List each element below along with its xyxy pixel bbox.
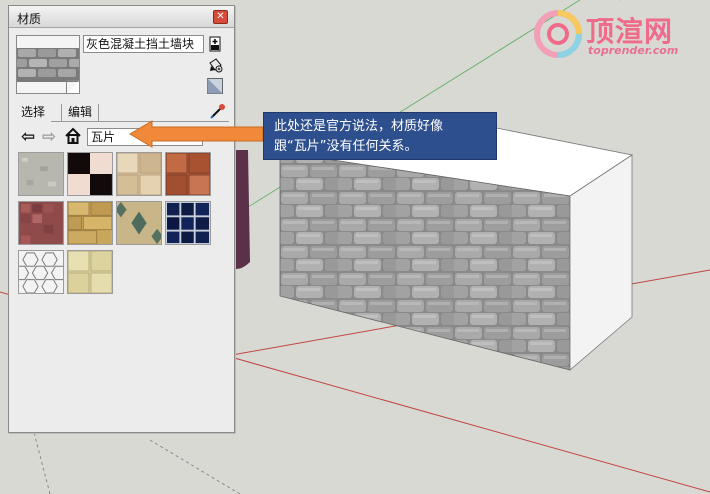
panel-title: 材质: [17, 12, 42, 26]
tab-edit[interactable]: 编辑: [61, 104, 100, 122]
paint-bucket-icon: [209, 58, 223, 73]
swatch-diamond-inlay-tiles[interactable]: [116, 201, 162, 245]
close-icon[interactable]: ✕: [213, 10, 228, 24]
eyedropper-icon: [210, 104, 225, 119]
swatch-light-gray-stone[interactable]: [18, 152, 64, 196]
logo-swirl-icon: [534, 10, 582, 58]
material-preview: [16, 35, 80, 94]
swatch-yellow-stone-tiles[interactable]: [67, 201, 113, 245]
sample-icon: [207, 78, 223, 94]
sample-paint-button[interactable]: [209, 102, 227, 120]
home-icon: [65, 127, 81, 144]
dashed-guide-line-2: [149, 439, 241, 494]
material-name-field[interactable]: 灰色混凝土挡土墙块: [83, 35, 204, 53]
watermark-logo: 顶渲网 toprender.com: [530, 6, 705, 62]
home-button[interactable]: [64, 127, 82, 145]
callout-annotation: 此处还是官方说法，材质好像 跟“瓦片”没有任何关系。: [263, 112, 497, 160]
collection-dropdown[interactable]: 瓦片: [87, 128, 203, 146]
swatch-white-hexagon-tiles[interactable]: [18, 250, 64, 294]
swatch-black-white-checker[interactable]: [67, 152, 113, 196]
create-material-button[interactable]: [206, 35, 224, 53]
create-material-icon: [209, 36, 221, 52]
swatch-pale-yellow-tiles[interactable]: [67, 250, 113, 294]
panel-titlebar[interactable]: 材质 ✕: [9, 6, 234, 28]
panel-tabs: 选择 编辑: [15, 102, 229, 122]
watermark-subtitle: toprender.com: [588, 44, 679, 57]
back-arrow-icon[interactable]: ⇦: [21, 128, 35, 146]
tab-select[interactable]: 选择: [15, 104, 52, 122]
paint-default-button[interactable]: [206, 56, 224, 74]
details-arrow-icon[interactable]: ▸: [210, 129, 217, 144]
callout-line-2: 跟“瓦片”没有任何关系。: [274, 139, 418, 154]
swatch-navy-blue-tiles[interactable]: [165, 201, 211, 245]
callout-line-1: 此处还是官方说法，材质好像: [274, 119, 444, 134]
swatch-terracotta-tiles[interactable]: [165, 152, 211, 196]
swatch-beige-marble-tiles[interactable]: [116, 152, 162, 196]
forward-arrow-icon[interactable]: ⇨: [42, 128, 56, 146]
preview-corner-icon: [66, 80, 79, 93]
swatch-red-mosaic[interactable]: [18, 201, 64, 245]
sample-preview-button[interactable]: [206, 77, 224, 95]
materials-panel: 材质 ✕ 灰色混凝土挡土墙块 选择 编辑 ⇦ ⇨ 瓦片 ▸: [8, 5, 235, 433]
